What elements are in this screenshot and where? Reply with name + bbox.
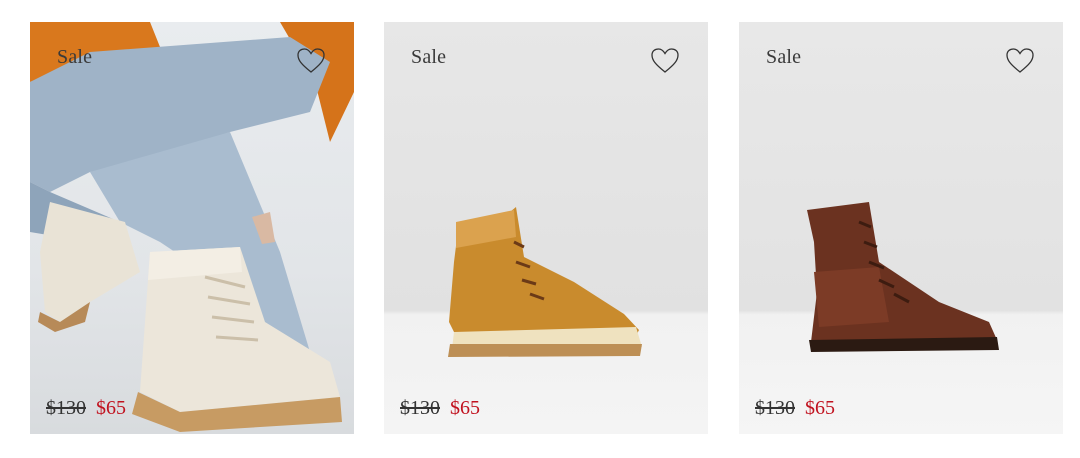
price-row: $130 $65: [755, 397, 835, 420]
heart-outline-icon[interactable]: [296, 46, 326, 76]
original-price: $130: [400, 397, 440, 419]
price-row: $130 $65: [400, 397, 480, 420]
product-image[interactable]: [739, 22, 1063, 434]
sale-price: $65: [805, 397, 835, 419]
original-price: $130: [755, 397, 795, 419]
product-card[interactable]: Sale $130 $65: [739, 22, 1063, 434]
heart-outline-icon[interactable]: [650, 46, 680, 76]
sale-badge: Sale: [766, 46, 802, 68]
sale-price: $65: [96, 397, 126, 419]
sale-price: $65: [450, 397, 480, 419]
product-card[interactable]: Sale $130 $65: [384, 22, 708, 434]
original-price: $130: [46, 397, 86, 419]
product-image[interactable]: [384, 22, 708, 434]
price-row: $130 $65: [46, 397, 126, 420]
sale-badge: Sale: [411, 46, 447, 68]
heart-outline-icon[interactable]: [1005, 46, 1035, 76]
product-card[interactable]: Sale $130 $65: [30, 22, 354, 434]
sale-badge: Sale: [57, 46, 93, 68]
product-image[interactable]: [30, 22, 354, 434]
product-grid: Sale $130 $65 Sale $130 $65 Sale $130 $6…: [0, 0, 1080, 458]
